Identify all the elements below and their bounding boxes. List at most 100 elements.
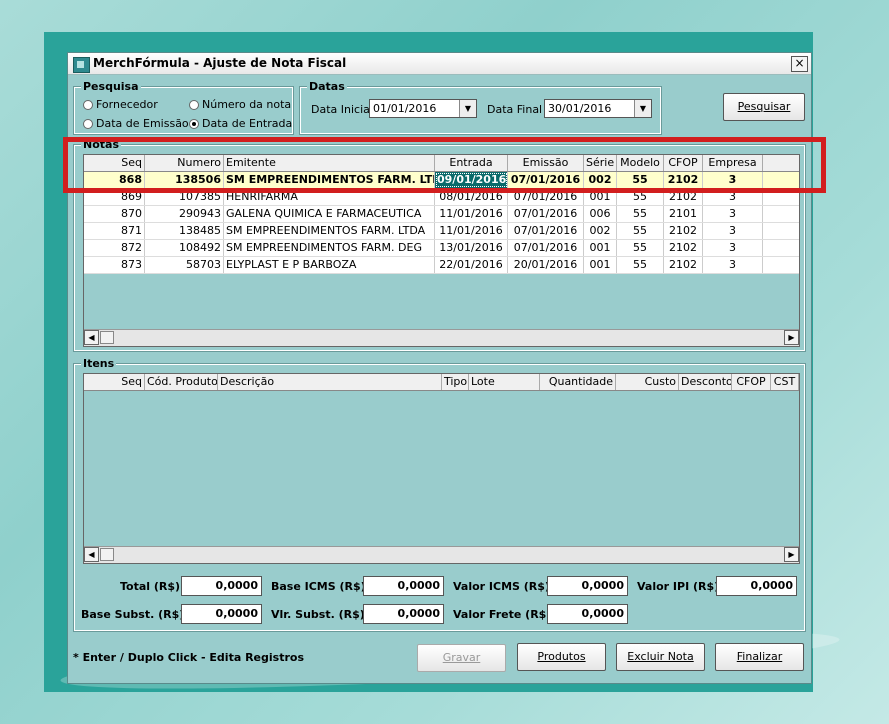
data-inicial-value: 01/01/2016 [373, 102, 437, 115]
radio-data-entrada[interactable]: Data de Entrada [189, 117, 292, 130]
valor-frete-label: Valor Frete (R$) [453, 608, 552, 621]
produtos-button[interactable]: Produtos [517, 643, 606, 671]
valor-icms-label: Valor ICMS (R$) [453, 580, 550, 593]
col-quantidade[interactable]: Quantidade [540, 374, 616, 390]
cell-empresa: 3 [703, 240, 763, 256]
radio-dot-checked-icon [189, 118, 199, 129]
valor-frete-field[interactable]: 0,0000 [547, 604, 628, 624]
cell-modelo: 55 [617, 206, 664, 222]
window-title: MerchFórmula - Ajuste de Nota Fiscal [93, 56, 347, 70]
cell-cfop: 2102 [664, 240, 703, 256]
finalizar-button[interactable]: Finalizar [715, 643, 804, 671]
cell-serie: 002 [584, 223, 617, 239]
cell-emitente: ELYPLAST E P BARBOZA [224, 257, 435, 273]
cell-seq: 870 [84, 206, 145, 222]
base-icms-label: Base ICMS (R$) [271, 580, 366, 593]
cell-emissao: 20/01/2016 [508, 257, 584, 273]
cell-emissao: 07/01/2016 [508, 240, 584, 256]
col-cfop[interactable]: CFOP [732, 374, 771, 390]
col-descricao[interactable]: Descrição [218, 374, 442, 390]
radio-dot-icon [189, 99, 199, 110]
col-cod-produto[interactable]: Cód. Produto [145, 374, 218, 390]
radio-label: Fornecedor [96, 98, 158, 111]
radio-label: Data de Emissão [96, 117, 189, 130]
pesquisa-title: Pesquisa [81, 80, 141, 94]
cell-empresa: 3 [703, 206, 763, 222]
notas-hscrollbar[interactable]: ◀ ▶ [84, 329, 799, 346]
cell-emitente: SM EMPREENDIMENTOS FARM. LTDA [224, 223, 435, 239]
scroll-left-icon[interactable]: ◀ [84, 547, 99, 562]
scroll-left-icon[interactable]: ◀ [84, 330, 99, 345]
radio-label: Data de Entrada [202, 117, 293, 130]
radio-fornecedor[interactable]: Fornecedor [83, 98, 158, 111]
radio-numero-nota[interactable]: Número da nota [189, 98, 291, 111]
scroll-right-icon[interactable]: ▶ [784, 547, 799, 562]
radio-dot-icon [83, 118, 93, 129]
table-row[interactable]: 871 138485 SM EMPREENDIMENTOS FARM. LTDA… [84, 223, 799, 240]
title-bar: MerchFórmula - Ajuste de Nota Fiscal × [68, 53, 811, 75]
app-icon [73, 57, 90, 73]
cell-modelo: 55 [617, 257, 664, 273]
footer-note: * Enter / Duplo Click - Edita Registros [73, 651, 304, 664]
cell-entrada: 11/01/2016 [435, 206, 508, 222]
col-seq[interactable]: Seq [84, 374, 145, 390]
col-lote[interactable]: Lote [469, 374, 540, 390]
cell-numero: 108492 [145, 240, 224, 256]
scroll-thumb[interactable] [100, 548, 114, 561]
cell-emitente: SM EMPREENDIMENTOS FARM. DEG [224, 240, 435, 256]
data-inicial-label: Data Inicial [311, 103, 373, 116]
pesquisar-button[interactable]: Pesquisar [723, 93, 805, 121]
data-final-value: 30/01/2016 [548, 102, 612, 115]
valor-ipi-field[interactable]: 0,0000 [716, 576, 797, 596]
vlr-subst-field[interactable]: 0,0000 [363, 604, 444, 624]
col-desconto[interactable]: Desconto [679, 374, 732, 390]
excluir-nota-button[interactable]: Excluir Nota [616, 643, 705, 671]
cell-seq: 871 [84, 223, 145, 239]
col-cst[interactable]: CST [771, 374, 799, 390]
data-final-picker[interactable]: 30/01/2016 ▼ [544, 99, 652, 118]
cell-emissao: 07/01/2016 [508, 206, 584, 222]
scroll-right-icon[interactable]: ▶ [784, 330, 799, 345]
cell-modelo: 55 [617, 240, 664, 256]
radio-data-emissao[interactable]: Data de Emissão [83, 117, 189, 130]
base-icms-field[interactable]: 0,0000 [363, 576, 444, 596]
datas-group: Datas Data Inicial 01/01/2016 ▼ Data Fin… [299, 80, 662, 135]
itens-header: Seq Cód. Produto Descrição Tipo Lote Qua… [84, 374, 799, 391]
data-inicial-picker[interactable]: 01/01/2016 ▼ [369, 99, 477, 118]
itens-grid: Seq Cód. Produto Descrição Tipo Lote Qua… [83, 373, 800, 564]
cell-numero: 58703 [145, 257, 224, 273]
valor-icms-field[interactable]: 0,0000 [547, 576, 628, 596]
cell-seq: 872 [84, 240, 145, 256]
cell-emissao: 07/01/2016 [508, 223, 584, 239]
radio-dot-icon [83, 99, 93, 110]
close-button[interactable]: × [791, 56, 808, 72]
table-row[interactable]: 870 290943 GALENA QUIMICA E FARMACEUTICA… [84, 206, 799, 223]
cell-cfop: 2102 [664, 257, 703, 273]
valor-ipi-label: Valor IPI (R$) [637, 580, 720, 593]
base-subst-label: Base Subst. (R$) [81, 608, 185, 621]
scroll-thumb[interactable] [100, 331, 114, 344]
base-subst-field[interactable]: 0,0000 [181, 604, 262, 624]
pesquisa-group: Pesquisa Fornecedor Número da nota Data … [73, 80, 294, 135]
chevron-down-icon[interactable]: ▼ [634, 100, 651, 117]
datas-title: Datas [307, 80, 347, 94]
cell-cfop: 2102 [664, 223, 703, 239]
table-row[interactable]: 872 108492 SM EMPREENDIMENTOS FARM. DEG … [84, 240, 799, 257]
col-tipo[interactable]: Tipo [442, 374, 469, 390]
table-row[interactable]: 873 58703 ELYPLAST E P BARBOZA 22/01/201… [84, 257, 799, 274]
cell-serie: 001 [584, 257, 617, 273]
itens-title: Itens [81, 357, 117, 371]
chevron-down-icon[interactable]: ▼ [459, 100, 476, 117]
cell-numero: 290943 [145, 206, 224, 222]
cell-entrada: 13/01/2016 [435, 240, 508, 256]
col-custo[interactable]: Custo [616, 374, 679, 390]
gravar-button[interactable]: Gravar [417, 644, 506, 672]
total-field[interactable]: 0,0000 [181, 576, 262, 596]
itens-group: Itens Seq Cód. Produto Descrição Tipo Lo… [73, 357, 806, 632]
vlr-subst-label: Vlr. Subst. (R$) [271, 608, 365, 621]
itens-hscrollbar[interactable]: ◀ ▶ [84, 546, 799, 563]
data-final-label: Data Final [487, 103, 543, 116]
selected-row-highlight [63, 137, 826, 193]
cell-serie: 006 [584, 206, 617, 222]
cell-emitente: GALENA QUIMICA E FARMACEUTICA [224, 206, 435, 222]
